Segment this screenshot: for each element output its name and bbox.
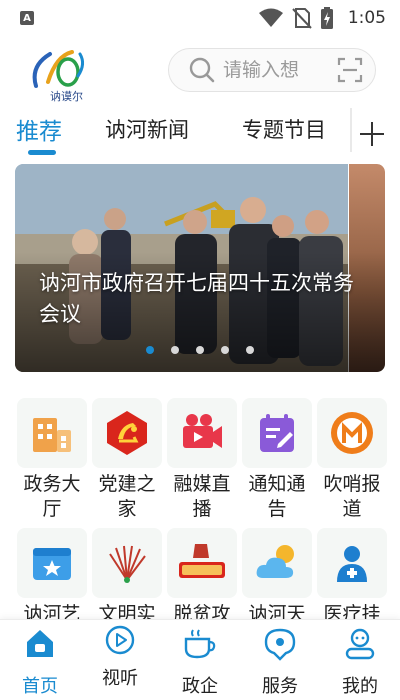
service-whistle-report[interactable]: 吹哨报道 (317, 398, 387, 520)
live-video-icon (183, 414, 222, 448)
nav-services[interactable]: 服务 (240, 620, 320, 700)
weather-icon (256, 545, 294, 578)
notice-icon (260, 414, 294, 452)
clock: 1:05 (347, 8, 386, 28)
header: 讷谟尔 (0, 40, 400, 103)
nav-government-enterprise[interactable]: 政企 (160, 620, 240, 700)
service-notice[interactable]: 通知通告 (242, 398, 312, 520)
nav-profile[interactable]: 我的 (320, 620, 400, 700)
nav-label: 首页 (22, 676, 58, 697)
government-hall-icon (33, 418, 71, 452)
no-sim-icon (292, 8, 312, 29)
profile-icon (345, 628, 375, 660)
carousel-dot[interactable] (146, 346, 154, 354)
nav-label: 政企 (182, 676, 218, 697)
poverty-alleviation-icon (179, 544, 225, 578)
tab-divider (342, 108, 352, 152)
logo-text: 讷谟尔 (50, 90, 83, 103)
service-label: 政务大厅 (23, 473, 81, 520)
search-icon (189, 57, 215, 83)
tab-nehe-news[interactable]: 讷河新闻 (105, 114, 189, 144)
carousel-dot[interactable] (171, 346, 179, 354)
party-building-icon (107, 411, 147, 455)
news-carousel[interactable]: 讷河市政府召开七届四十五次常务会议 (15, 164, 385, 372)
tab-recommend[interactable]: 推荐 (16, 112, 62, 146)
app-notification-icon: A (20, 11, 34, 25)
battery-charging-icon (320, 7, 333, 29)
carousel-indicators (15, 346, 385, 354)
art-calendar-icon (33, 548, 71, 580)
service-label: 融媒直播 (173, 473, 231, 520)
scan-icon[interactable] (337, 57, 363, 83)
whistle-report-icon (331, 412, 373, 454)
carousel-caption: 讷河市政府召开七届四十五次常务会议 (39, 271, 354, 326)
carousel-dot[interactable] (196, 346, 204, 354)
service-party-building[interactable]: 党建之家 (92, 398, 162, 520)
service-government-hall[interactable]: 政务大厅 (17, 398, 87, 520)
bottom-navigation: 首页 视听 政企 服务 我的 (0, 619, 400, 700)
logo-emblem-icon (32, 50, 85, 88)
home-icon (27, 630, 53, 657)
add-channel-button[interactable] (352, 114, 392, 154)
app-logo[interactable]: 讷谟尔 (28, 46, 92, 103)
wifi-icon (258, 8, 283, 27)
nav-label: 视听 (102, 668, 138, 689)
carousel-dot[interactable] (246, 346, 254, 354)
nav-label: 服务 (262, 676, 298, 697)
search-bar[interactable] (168, 48, 376, 92)
play-icon (105, 625, 135, 655)
service-label: 通知通告 (248, 473, 306, 520)
service-live[interactable]: 融媒直播 (167, 398, 237, 520)
plus-icon (360, 122, 384, 146)
cup-icon (184, 629, 216, 659)
carousel-dot[interactable] (221, 346, 229, 354)
service-label: 党建之家 (98, 473, 156, 520)
active-tab-indicator (28, 150, 56, 155)
location-chat-icon (264, 628, 296, 661)
civilization-icon (109, 545, 146, 583)
category-tabs: 推荐 讷河新闻 专题节目 (0, 108, 400, 158)
medical-icon (337, 546, 367, 582)
search-input[interactable] (223, 59, 337, 81)
nav-audio-video[interactable]: 视听 (80, 620, 160, 700)
nav-home[interactable]: 首页 (0, 620, 80, 700)
status-bar: A 1:05 (0, 0, 400, 36)
app-screen: A 1:05 讷谟尔 请输入想 推荐 讷河新闻 专题节目 讷河市政府召开七届四十… (0, 0, 400, 700)
nav-label: 我的 (342, 676, 378, 697)
tab-special-programs[interactable]: 专题节目 (242, 114, 326, 144)
service-label: 吹哨报道 (323, 473, 381, 520)
